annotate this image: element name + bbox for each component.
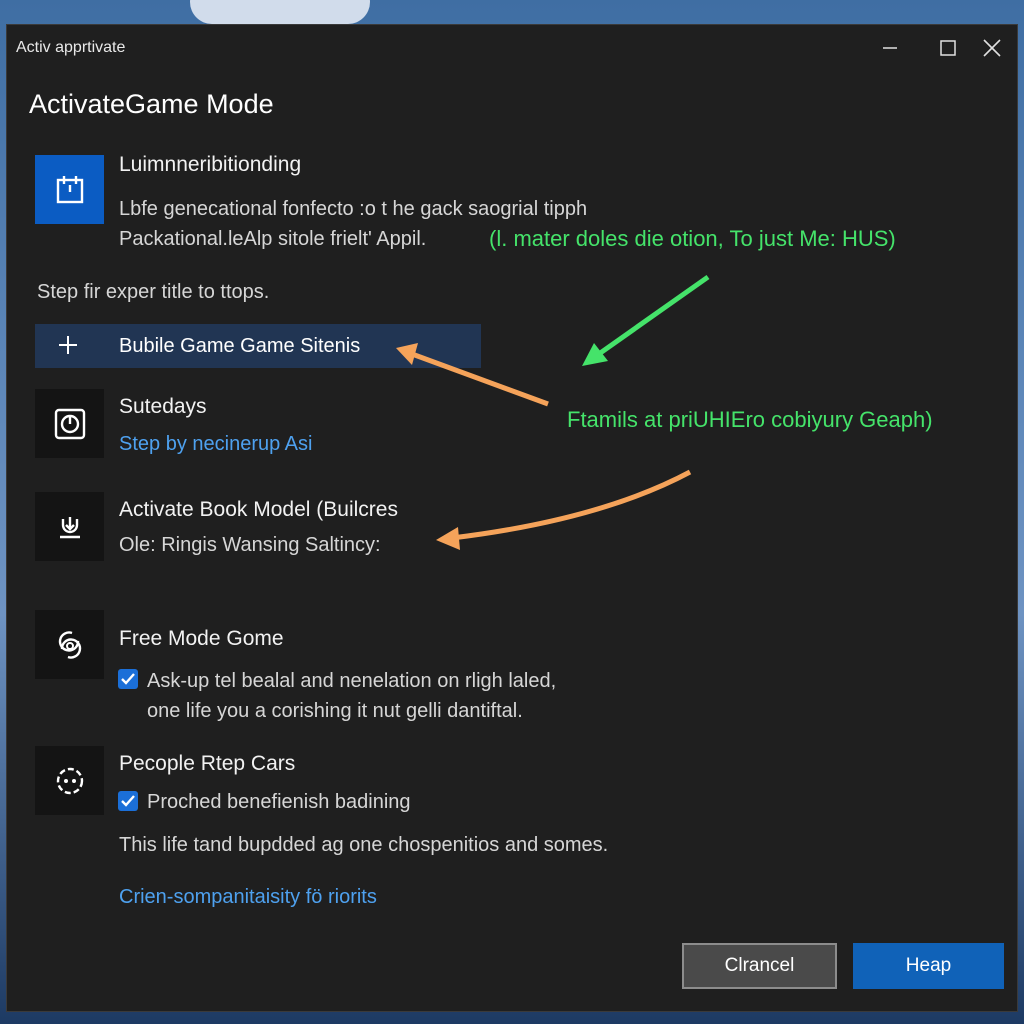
title-bar[interactable]: Activ apprtivate — [7, 25, 1017, 71]
refresh-icon — [35, 610, 104, 679]
ask-up-label: Ask-up tel bealal and nenelation on rlig… — [147, 670, 557, 692]
annotation-note-middle: Ftamils at priUHIEro cobiyury Geaph) — [567, 407, 933, 432]
footer-link[interactable]: Crien-sompanitaisity fö riorits — [119, 886, 377, 909]
target-icon — [35, 746, 104, 815]
proched-label: Proched benefienish badining — [147, 791, 411, 813]
ask-up-label-line-2: one life you a corishing it nut gelli da… — [147, 700, 523, 722]
ask-up-checkbox[interactable] — [118, 669, 138, 689]
annotation-note-top: (l. mater doles die otion, To just Me: H… — [489, 226, 896, 251]
step-instruction: Step fir exper title to ttops. — [37, 281, 270, 303]
add-game-label: Bubile Game Game Sitenis — [119, 335, 361, 357]
sky-cloud — [190, 0, 370, 24]
game-app-icon — [35, 155, 104, 224]
window-title: Activ apprtivate — [16, 39, 126, 56]
cancel-button[interactable]: Clrancel — [682, 943, 837, 989]
maximize-icon[interactable] — [935, 35, 961, 61]
download-icon — [35, 492, 104, 561]
item-title-book-model: Activate Book Model (Builcres — [119, 498, 398, 521]
item-title-sutedays: Sutedays — [119, 395, 207, 418]
intro-title: Luimnneribitionding — [119, 153, 302, 176]
page-title: ActivateGame Mode — [29, 89, 274, 119]
intro-line-2: Packational.leAlp sitole frielt' Appil. — [119, 228, 427, 250]
item-link-step[interactable]: Step by necinerup Asi — [119, 433, 312, 456]
intro-line-1: Lbfe genecational fonfecto :o t he gack … — [119, 198, 588, 220]
help-button[interactable]: Heap — [853, 943, 1004, 989]
minimize-icon[interactable] — [877, 35, 903, 61]
plus-icon — [59, 336, 77, 354]
close-icon[interactable] — [979, 35, 1005, 61]
item-title-free-mode: Free Mode Gome — [119, 627, 284, 650]
item-title-people-rtep: Pecople Rtep Cars — [119, 752, 296, 775]
power-icon — [35, 389, 104, 458]
add-game-button[interactable]: Bubile Game Game Sitenis — [35, 324, 481, 368]
proched-checkbox[interactable] — [118, 791, 138, 811]
item-subtitle-ringis: Ole: Ringis Wansing Saltincy: — [119, 534, 381, 556]
footer-description: This life tand bupdded ag one chospeniti… — [119, 834, 609, 856]
dialog-window: Activ apprtivate ActivateGame Mode Luimn… — [6, 24, 1018, 1012]
